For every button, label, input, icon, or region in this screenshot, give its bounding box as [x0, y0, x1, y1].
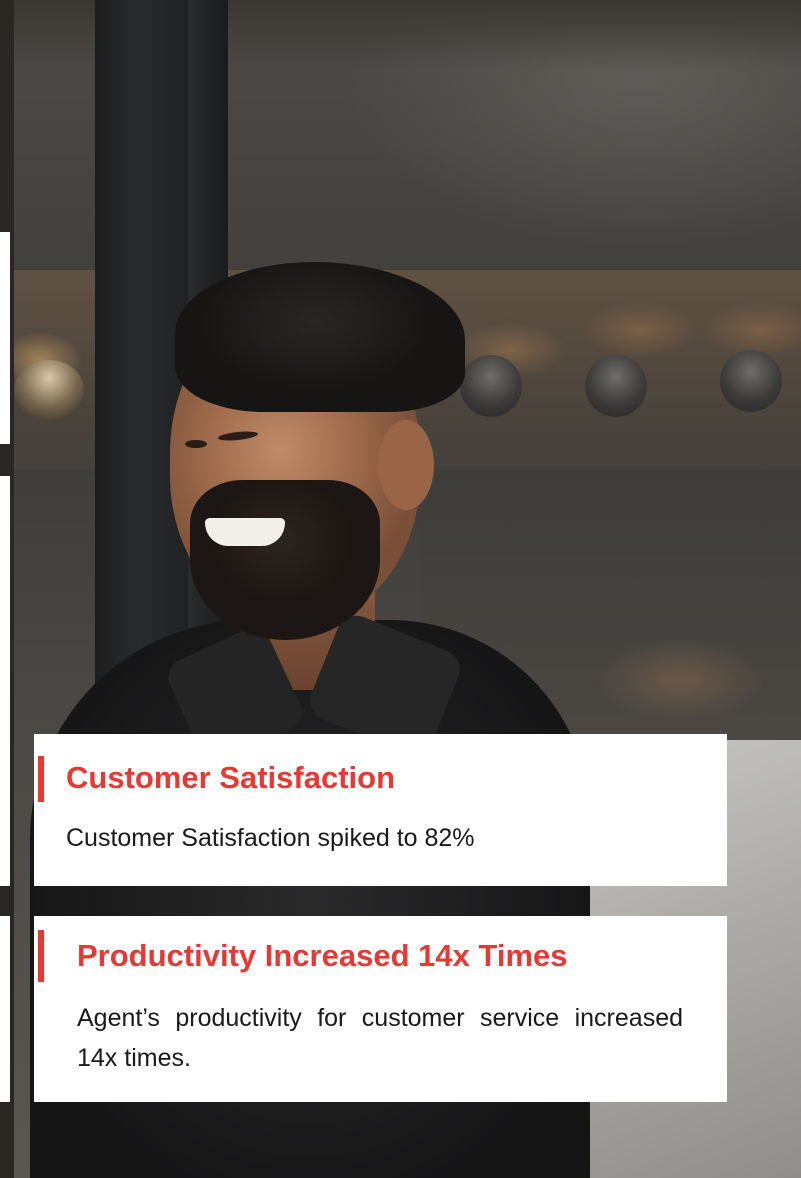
person-smile: [205, 518, 285, 546]
wine-bottle: [585, 355, 647, 417]
card-title: Productivity Increased 14x Times: [77, 938, 568, 973]
person-ear: [378, 420, 434, 510]
accent-bar: [38, 930, 44, 982]
left-edge-stripe: [0, 476, 10, 886]
person-hair: [175, 262, 465, 412]
wine-bottle: [14, 360, 84, 420]
person-beard: [190, 480, 380, 640]
customer-satisfaction-card: Customer Satisfaction Customer Satisfact…: [34, 734, 727, 886]
left-edge-stripe: [0, 916, 10, 1102]
card-body: Agent’s productivity for customer servic…: [77, 1004, 683, 1072]
wine-bottle: [720, 350, 782, 412]
wine-bottle: [460, 355, 522, 417]
left-edge-stripe: [0, 232, 10, 444]
person-eye: [185, 440, 207, 448]
productivity-card: Productivity Increased 14x Times Agent’s…: [34, 916, 727, 1102]
accent-bar: [38, 756, 44, 802]
card-body: Customer Satisfaction spiked to 82%: [66, 824, 475, 852]
card-title: Customer Satisfaction: [66, 760, 396, 795]
